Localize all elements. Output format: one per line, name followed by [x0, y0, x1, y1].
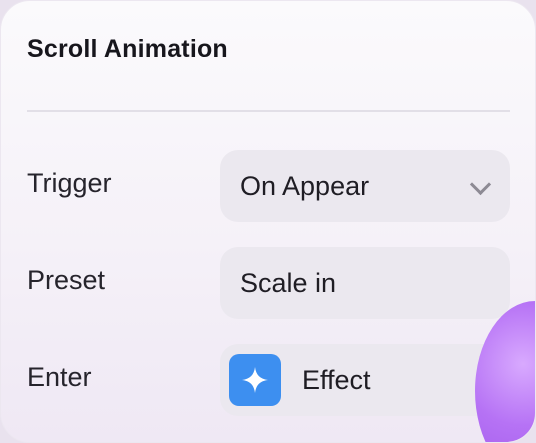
sparkle-icon	[229, 354, 281, 406]
enter-value: Effect	[302, 364, 371, 395]
enter-effect-button[interactable]: Effect	[220, 344, 510, 416]
trigger-label: Trigger	[27, 168, 112, 198]
preset-label: Preset	[27, 265, 106, 295]
enter-label: Enter	[27, 362, 92, 392]
preset-value: Scale in	[240, 267, 337, 298]
trigger-value: On Appear	[240, 170, 370, 201]
preset-field[interactable]: Scale in	[220, 247, 510, 319]
panel-title: Scroll Animation	[27, 35, 228, 63]
scroll-animation-panel: Scroll Animation Trigger On Appear Prese…	[0, 0, 536, 443]
chevron-down-icon	[469, 173, 492, 196]
trigger-dropdown[interactable]: On Appear	[220, 150, 510, 222]
divider	[27, 110, 510, 112]
